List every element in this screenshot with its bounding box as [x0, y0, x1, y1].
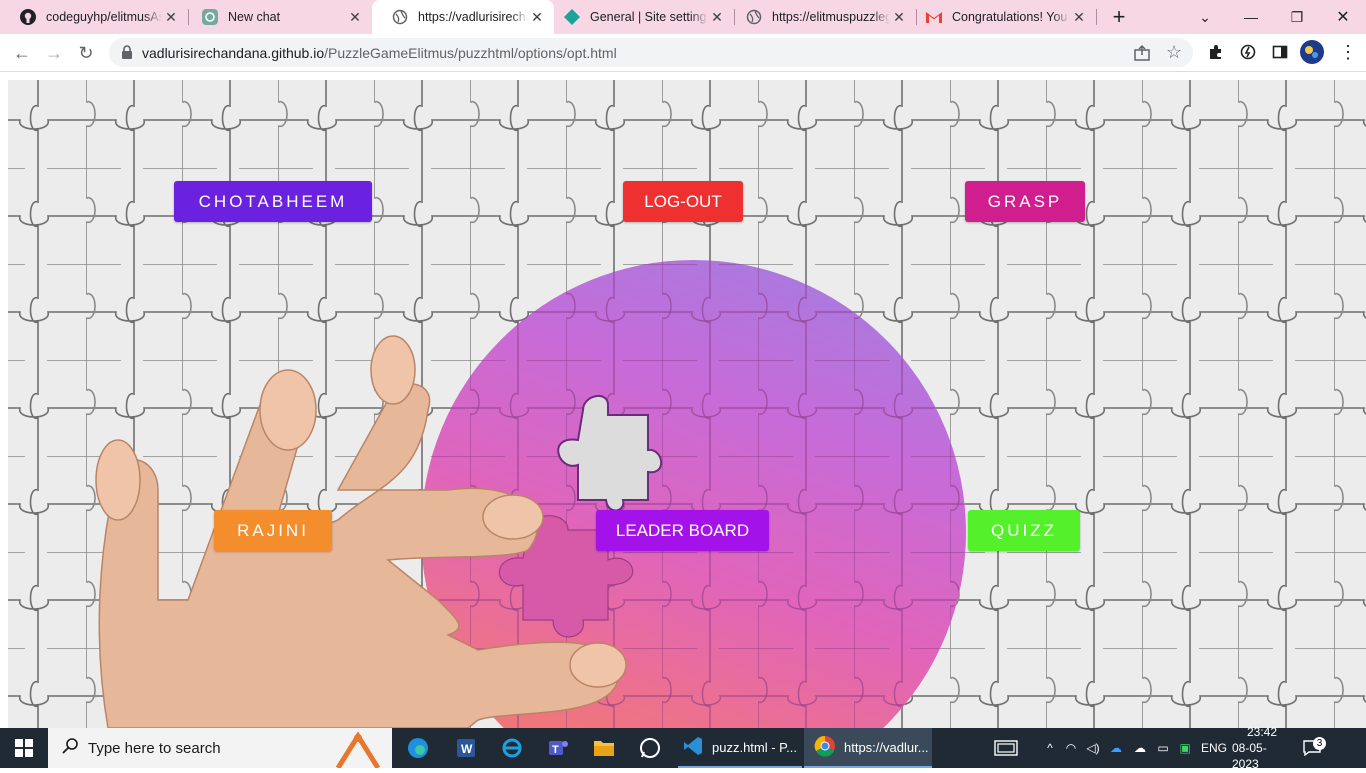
close-icon[interactable]: ✕	[890, 9, 908, 26]
bookmark-star-icon[interactable]: ☆	[1166, 42, 1182, 63]
close-window-button[interactable]: ✕	[1320, 0, 1366, 34]
svg-text:T: T	[552, 744, 559, 756]
menu-kebab-icon[interactable]: ⋮	[1336, 40, 1360, 64]
restore-button[interactable]: ❐	[1274, 0, 1320, 34]
browser-toolbar: ← → ↻ vadlurisirechandana.github.io/Puzz…	[0, 34, 1366, 72]
cloud-icon[interactable]: ☁	[1128, 741, 1152, 755]
file-explorer-icon[interactable]	[588, 728, 620, 768]
close-icon[interactable]: ✕	[346, 9, 364, 26]
search-placeholder: Type here to search	[88, 739, 221, 757]
word-icon[interactable]: W	[450, 728, 482, 768]
logout-button[interactable]: LOG-OUT	[623, 181, 743, 222]
tab-strip: codeguyhp/elitmusAssignment ✕ New chat ✕…	[0, 0, 1366, 34]
chevron-up-icon[interactable]: ^	[1040, 741, 1060, 755]
clock-time: 23:42	[1246, 725, 1278, 739]
url-domain: vadlurisirechandana.github.io	[142, 45, 325, 61]
new-tab-button[interactable]: +	[1096, 0, 1142, 34]
puzzle-background-image: CHOTABHEEM LOG-OUT GRASP RAJINI LEADER B…	[8, 80, 1366, 728]
tab-title: codeguyhp/elitmusAssignment	[46, 10, 162, 24]
tab-title: General | Site settings	[590, 10, 708, 24]
globe-icon	[746, 9, 762, 25]
minimize-button[interactable]: —	[1228, 0, 1274, 34]
teams-icon[interactable]: T	[542, 728, 574, 768]
leader-board-button[interactable]: LEADER BOARD	[596, 510, 769, 551]
notification-count-badge: 3	[1313, 737, 1326, 750]
tab-divider	[734, 9, 735, 25]
svg-text:W: W	[461, 742, 473, 756]
side-panel-icon[interactable]	[1268, 40, 1292, 64]
language-indicator[interactable]: ENG	[1196, 741, 1232, 755]
share-icon[interactable]	[1133, 44, 1151, 67]
tab-new-chat[interactable]: New chat ✕	[182, 0, 372, 34]
clock[interactable]: 23:42 08-05-2023	[1232, 724, 1292, 772]
grasp-button[interactable]: GRASP	[965, 181, 1085, 222]
tab-site-settings[interactable]: General | Site settings ✕	[554, 0, 734, 34]
battery-icon[interactable]: ▭	[1152, 741, 1174, 755]
performance-icon[interactable]	[1236, 40, 1260, 64]
forward-arrow-icon[interactable]: →	[39, 38, 69, 68]
chrome-icon	[814, 735, 836, 760]
system-tray: ^ ◠ ◁) ☁ ☁ ▭ ▣ ENG 23:42 08-05-2023 3	[1040, 725, 1332, 771]
clock-date: 08-05-2023	[1232, 741, 1267, 771]
edge-icon[interactable]	[402, 728, 434, 768]
url-text: vadlurisirechandana.github.io/PuzzleGame…	[142, 45, 617, 61]
taskbar-app-chrome[interactable]: https://vadlur...	[804, 728, 932, 768]
taskbar-app-label: puzz.html - P...	[712, 739, 798, 755]
internet-explorer-icon[interactable]	[496, 728, 528, 768]
back-arrow-icon[interactable]: ←	[7, 38, 37, 68]
tab-github[interactable]: codeguyhp/elitmusAssignment ✕	[0, 0, 188, 34]
onedrive-icon[interactable]: ☁	[1104, 741, 1128, 755]
windows-start-icon[interactable]	[0, 728, 48, 768]
tab-search-chevron-icon[interactable]: ⌄	[1182, 0, 1228, 34]
hand-image	[95, 335, 627, 728]
notification-center-icon[interactable]: 3	[1292, 737, 1332, 756]
tab-title: https://vadlurisirechandana.github.io	[418, 10, 528, 24]
tab-elitmus-game[interactable]: https://elitmuspuzzlegame ✕	[736, 0, 916, 34]
task-view-icon[interactable]	[990, 728, 1022, 768]
rajini-button[interactable]: RAJINI	[214, 510, 332, 551]
search-highlight-icon	[328, 731, 388, 773]
tab-active-site[interactable]: https://vadlurisirechandana.github.io ✕	[372, 0, 554, 34]
globe-icon	[392, 9, 408, 25]
close-icon[interactable]: ✕	[1070, 9, 1088, 26]
close-icon[interactable]: ✕	[528, 9, 546, 26]
gmail-icon	[926, 9, 942, 25]
address-bar[interactable]: vadlurisirechandana.github.io/PuzzleGame…	[109, 38, 1193, 67]
windows-taskbar: Type here to search W T puzz.html - P...…	[0, 725, 1366, 771]
vscode-icon	[682, 735, 704, 760]
chatgpt-icon	[202, 9, 218, 25]
page-viewport: CHOTABHEEM LOG-OUT GRASP RAJINI LEADER B…	[0, 72, 1366, 728]
update-icon[interactable]: ▣	[1174, 741, 1196, 755]
lock-icon[interactable]	[121, 45, 133, 64]
whatsapp-icon[interactable]	[634, 728, 666, 768]
tab-title: Congratulations! You are	[952, 10, 1070, 24]
taskbar-search-box[interactable]: Type here to search	[48, 728, 392, 770]
tab-title: https://elitmuspuzzlegame	[772, 10, 890, 24]
search-icon	[62, 737, 78, 759]
taskbar-app-vscode[interactable]: puzz.html - P...	[678, 728, 802, 768]
close-icon[interactable]: ✕	[162, 9, 180, 26]
quizz-button[interactable]: QUIZZ	[968, 510, 1080, 551]
volume-icon[interactable]: ◁)	[1082, 741, 1104, 755]
profile-avatar[interactable]	[1300, 40, 1324, 64]
tab-gmail[interactable]: Congratulations! You are ✕	[916, 0, 1096, 34]
wifi-icon[interactable]: ◠	[1060, 741, 1082, 755]
reload-icon[interactable]: ↻	[71, 38, 101, 68]
diamond-icon	[564, 9, 580, 25]
taskbar-app-label: https://vadlur...	[844, 739, 929, 755]
github-icon	[20, 9, 36, 25]
tab-title: New chat	[228, 10, 281, 24]
url-path: /PuzzleGameElitmus/puzzhtml/options/opt.…	[324, 45, 617, 61]
close-icon[interactable]: ✕	[708, 9, 726, 26]
extensions-puzzle-icon[interactable]	[1204, 40, 1228, 64]
chotabheem-button[interactable]: CHOTABHEEM	[174, 181, 372, 222]
